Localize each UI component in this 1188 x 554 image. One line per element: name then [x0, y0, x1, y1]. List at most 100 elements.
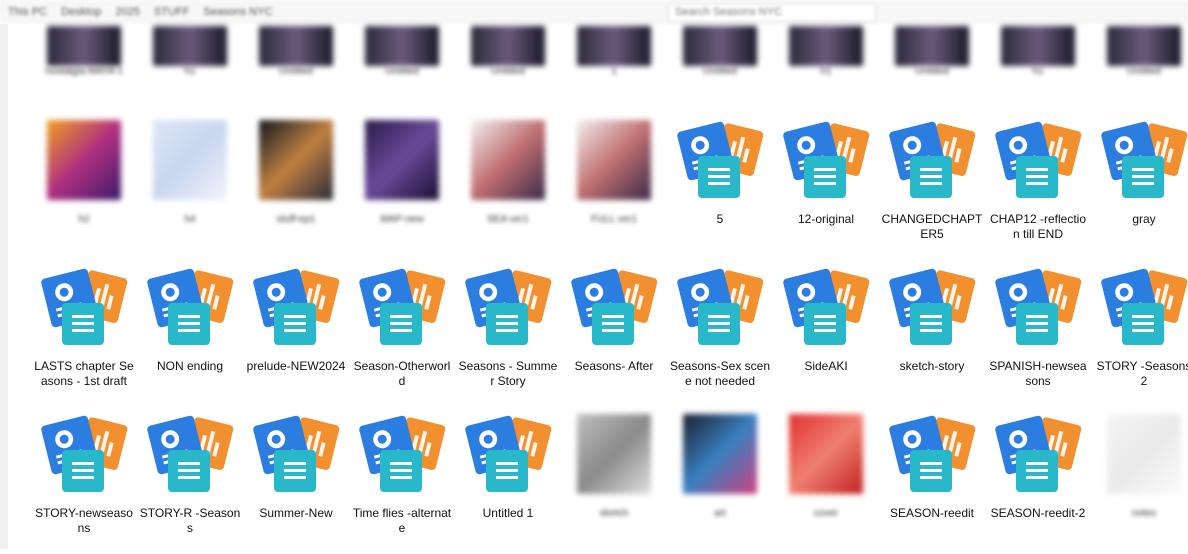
image-file-item[interactable]: Untitled — [457, 0, 559, 136]
document-file-item[interactable]: Time flies -alternate — [351, 414, 453, 554]
file-name-label: Summer-New — [259, 506, 333, 520]
image-file-item[interactable]: nostalgia-MAYA 1 — [33, 0, 135, 136]
image-file-item[interactable]: h1 — [775, 0, 877, 136]
file-name-label: Untitled — [915, 66, 949, 77]
file-name-label: SEASON-reedit-2 — [990, 506, 1086, 520]
image-file-item[interactable]: Untitled — [669, 0, 771, 136]
image-thumbnail — [789, 26, 863, 66]
file-name-label: prelude-NEW2024 — [246, 359, 346, 373]
document-file-icon — [783, 268, 870, 345]
document-file-item[interactable]: STORY -Seasons 2 — [1093, 267, 1188, 407]
document-file-item[interactable]: STORY-newseasons — [33, 414, 135, 554]
file-name-label: SideAKI — [804, 359, 848, 373]
image-file-item[interactable]: SEA ver1 — [457, 120, 559, 260]
document-file-item[interactable]: Summer-New — [245, 414, 347, 554]
image-thumbnail — [1107, 26, 1181, 66]
file-name-label: 12-original — [797, 212, 855, 226]
image-file-item[interactable]: Untitled — [245, 0, 347, 136]
document-file-item[interactable]: Season-Otherworld — [351, 267, 453, 407]
document-file-item[interactable]: CHAP12 -reflection till END — [987, 120, 1089, 260]
file-name-label: FULL ver1 — [590, 214, 638, 225]
image-file-item[interactable]: h4 — [139, 120, 241, 260]
document-file-icon — [889, 415, 976, 492]
image-file-item[interactable]: Untitled — [881, 0, 983, 136]
image-file-item[interactable]: h2 — [33, 120, 135, 260]
file-name-label: h2 — [78, 214, 90, 225]
file-name-label: Seasons-Sex scene not needed — [669, 359, 771, 388]
document-file-item[interactable]: SideAKI — [775, 267, 877, 407]
image-thumbnail — [683, 26, 757, 66]
image-thumbnail — [1001, 26, 1075, 66]
document-file-icon — [465, 268, 552, 345]
image-file-item[interactable]: Untitled — [351, 0, 453, 136]
file-name-label: sketch-story — [899, 359, 965, 373]
document-file-item[interactable]: Seasons-Sex scene not needed — [669, 267, 771, 407]
document-file-item[interactable]: SPANISH-newseasons — [987, 267, 1089, 407]
file-name-label: Untitled — [1127, 66, 1161, 77]
file-name-label: cover — [813, 508, 839, 519]
file-name-label: NON ending — [156, 359, 224, 373]
document-file-item[interactable]: prelude-NEW2024 — [245, 267, 347, 407]
image-thumbnail — [683, 414, 757, 494]
file-name-label: SEA ver1 — [487, 214, 529, 225]
document-file-icon — [359, 415, 446, 492]
file-name-label: nostalgia-MAYA 1 — [44, 66, 123, 77]
image-file-item[interactable]: stuff-ep1 — [245, 120, 347, 260]
file-name-label: h1 — [820, 66, 832, 77]
image-file-item[interactable]: sketch — [563, 414, 665, 554]
document-file-item[interactable]: sketch-story — [881, 267, 983, 407]
document-file-icon — [677, 268, 764, 345]
image-file-item[interactable]: MAP-new — [351, 120, 453, 260]
document-file-item[interactable]: Untitled 1 — [457, 414, 559, 554]
image-thumbnail — [789, 414, 863, 494]
file-name-label: art — [714, 508, 726, 519]
document-file-item[interactable]: 12-original — [775, 120, 877, 260]
image-thumbnail — [259, 120, 333, 200]
file-name-label: stuff-ep1 — [276, 214, 316, 225]
file-name-label: h1 — [184, 66, 196, 77]
file-name-label: Season-Otherworld — [353, 359, 451, 388]
document-file-item[interactable]: 5 — [669, 120, 771, 260]
document-file-icon — [253, 415, 340, 492]
image-file-item[interactable]: cover — [775, 414, 877, 554]
file-name-label: SPANISH-newseasons — [989, 359, 1087, 388]
document-file-item[interactable]: SEASON-reedit — [881, 414, 983, 554]
document-file-icon — [253, 268, 340, 345]
file-name-label: Untitled — [491, 66, 525, 77]
document-file-item[interactable]: CHANGEDCHAPTER5 — [881, 120, 983, 260]
file-name-label: Seasons- After — [574, 359, 654, 373]
document-file-item[interactable]: SEASON-reedit-2 — [987, 414, 1089, 554]
document-file-icon — [1101, 121, 1188, 198]
file-name-label: h4 — [184, 214, 196, 225]
document-file-icon — [147, 415, 234, 492]
image-file-item[interactable]: h1 — [987, 0, 1089, 136]
document-file-icon — [41, 415, 128, 492]
file-name-label: Seasons - Summer Story — [458, 359, 558, 388]
file-name-label: gray — [1132, 212, 1156, 226]
document-file-item[interactable]: Seasons- After — [563, 267, 665, 407]
document-file-item[interactable]: STORY-R -Seasons — [139, 414, 241, 554]
document-file-item[interactable]: gray — [1093, 120, 1188, 260]
document-file-icon — [41, 268, 128, 345]
image-thumbnail — [577, 120, 651, 200]
image-file-item[interactable]: h1 — [139, 0, 241, 136]
image-thumbnail — [47, 26, 121, 66]
image-thumbnail — [153, 120, 227, 200]
file-name-label: CHAP12 -reflection till END — [989, 212, 1087, 241]
image-thumbnail — [365, 120, 439, 200]
file-name-label: Untitled — [279, 66, 313, 77]
document-file-item[interactable]: NON ending — [139, 267, 241, 407]
image-file-item[interactable]: FULL ver1 — [563, 120, 665, 260]
file-name-label: MAP-new — [380, 214, 424, 225]
image-file-item[interactable]: art — [669, 414, 771, 554]
document-file-item[interactable]: Seasons - Summer Story — [457, 267, 559, 407]
file-name-label: Untitled — [703, 66, 737, 77]
image-file-item[interactable]: notes — [1093, 414, 1188, 554]
image-thumbnail — [1107, 414, 1181, 494]
image-thumbnail — [471, 120, 545, 200]
image-thumbnail — [895, 26, 969, 66]
file-name-label: h1 — [1032, 66, 1044, 77]
document-file-item[interactable]: LASTS chapter Seasons - 1st draft — [33, 267, 135, 407]
image-file-item[interactable]: Untitled — [1093, 0, 1188, 136]
image-file-item[interactable]: 1 — [563, 0, 665, 136]
